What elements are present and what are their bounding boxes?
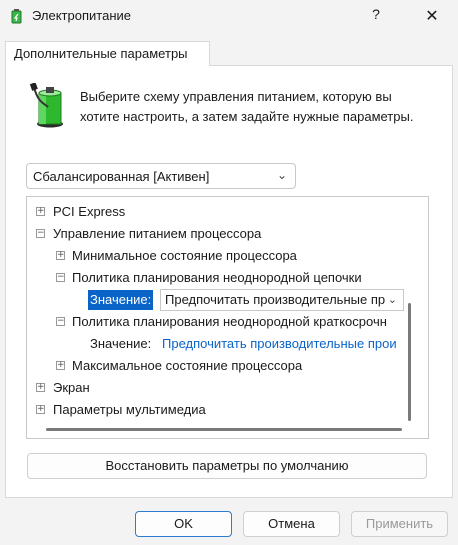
tree-item-label: Экран — [53, 380, 90, 395]
chevron-down-icon: ⌄ — [276, 168, 287, 182]
collapse-icon[interactable]: − — [56, 317, 65, 326]
tree-item-min-processor-state[interactable]: + Минимальное состояние процессора — [27, 245, 427, 267]
chevron-down-icon: ⌄ — [385, 290, 397, 310]
value-select-text: Предпочитать производительные пр — [165, 292, 386, 307]
expand-icon[interactable]: + — [56, 361, 65, 370]
value-select[interactable]: Предпочитать производительные пр ⌄ — [160, 289, 404, 311]
tree-item-display[interactable]: + Экран — [27, 377, 427, 399]
power-scheme-value: Сбалансированная [Активен] — [33, 169, 210, 184]
power-scheme-select[interactable]: Сбалансированная [Активен] ⌄ — [26, 163, 296, 189]
value-label-selected: Значение: — [88, 290, 154, 310]
description-text: Выберите схему управления питанием, кото… — [80, 89, 414, 124]
tree-item-heterogeneous-short-thread-policy[interactable]: − Политика планирования неоднородной кра… — [27, 311, 427, 333]
restore-defaults-button[interactable]: Восстановить параметры по умолчанию — [27, 453, 427, 479]
close-button[interactable]: ✕ — [418, 6, 446, 26]
tree-item-label: Управление питанием процессора — [53, 226, 262, 241]
value-link[interactable]: Предпочитать производительные прои — [162, 333, 397, 355]
tree-item-value-row[interactable]: Значение: Предпочитать производительные … — [27, 289, 427, 311]
collapse-icon[interactable]: − — [36, 229, 45, 238]
tree-item-heterogeneous-thread-policy[interactable]: − Политика планирования неоднородной цеп… — [27, 267, 427, 289]
tab-advanced-settings[interactable]: Дополнительные параметры — [5, 41, 210, 66]
battery-icon — [30, 83, 63, 128]
tree-item-processor-power[interactable]: − Управление питанием процессора — [27, 223, 427, 245]
expand-icon[interactable]: + — [36, 405, 45, 414]
value-label: Значение: — [90, 336, 152, 351]
tree-item-pci-express[interactable]: + PCI Express — [27, 201, 427, 223]
tab-label: Дополнительные параметры — [14, 46, 188, 61]
expand-icon[interactable]: + — [56, 251, 65, 260]
tree-item-max-processor-state[interactable]: + Максимальное состояние процессора — [27, 355, 427, 377]
horizontal-scrollbar[interactable] — [46, 428, 402, 431]
collapse-icon[interactable]: − — [56, 273, 65, 282]
expand-icon[interactable]: + — [36, 383, 45, 392]
help-button[interactable]: ? — [362, 6, 390, 26]
tree-item-label: Параметры мультимедиа — [53, 402, 206, 417]
ok-button[interactable]: OK — [135, 511, 232, 537]
title-bar: Электропитание ? ✕ — [0, 0, 458, 32]
window-title: Электропитание — [32, 8, 131, 23]
tree-item-label: Максимальное состояние процессора — [72, 358, 303, 373]
tree-item-label: PCI Express — [53, 204, 126, 219]
tree-item-label: Минимальное состояние процессора — [72, 248, 297, 263]
tree-item-value-row[interactable]: Значение: Предпочитать производительные … — [27, 333, 427, 355]
power-options-icon — [11, 9, 22, 24]
vertical-scrollbar[interactable] — [408, 303, 411, 421]
cancel-button[interactable]: Отмена — [243, 511, 340, 537]
expand-icon[interactable]: + — [36, 207, 45, 216]
settings-tree[interactable]: + PCI Express − Управление питанием проц… — [26, 196, 429, 439]
tree-item-label: Политика планирования неоднородной кратк… — [72, 314, 387, 329]
apply-button[interactable]: Применить — [351, 511, 448, 537]
tree-item-multimedia[interactable]: + Параметры мультимедиа — [27, 399, 427, 421]
tree-item-label: Политика планирования неоднородной цепоч… — [72, 270, 362, 285]
